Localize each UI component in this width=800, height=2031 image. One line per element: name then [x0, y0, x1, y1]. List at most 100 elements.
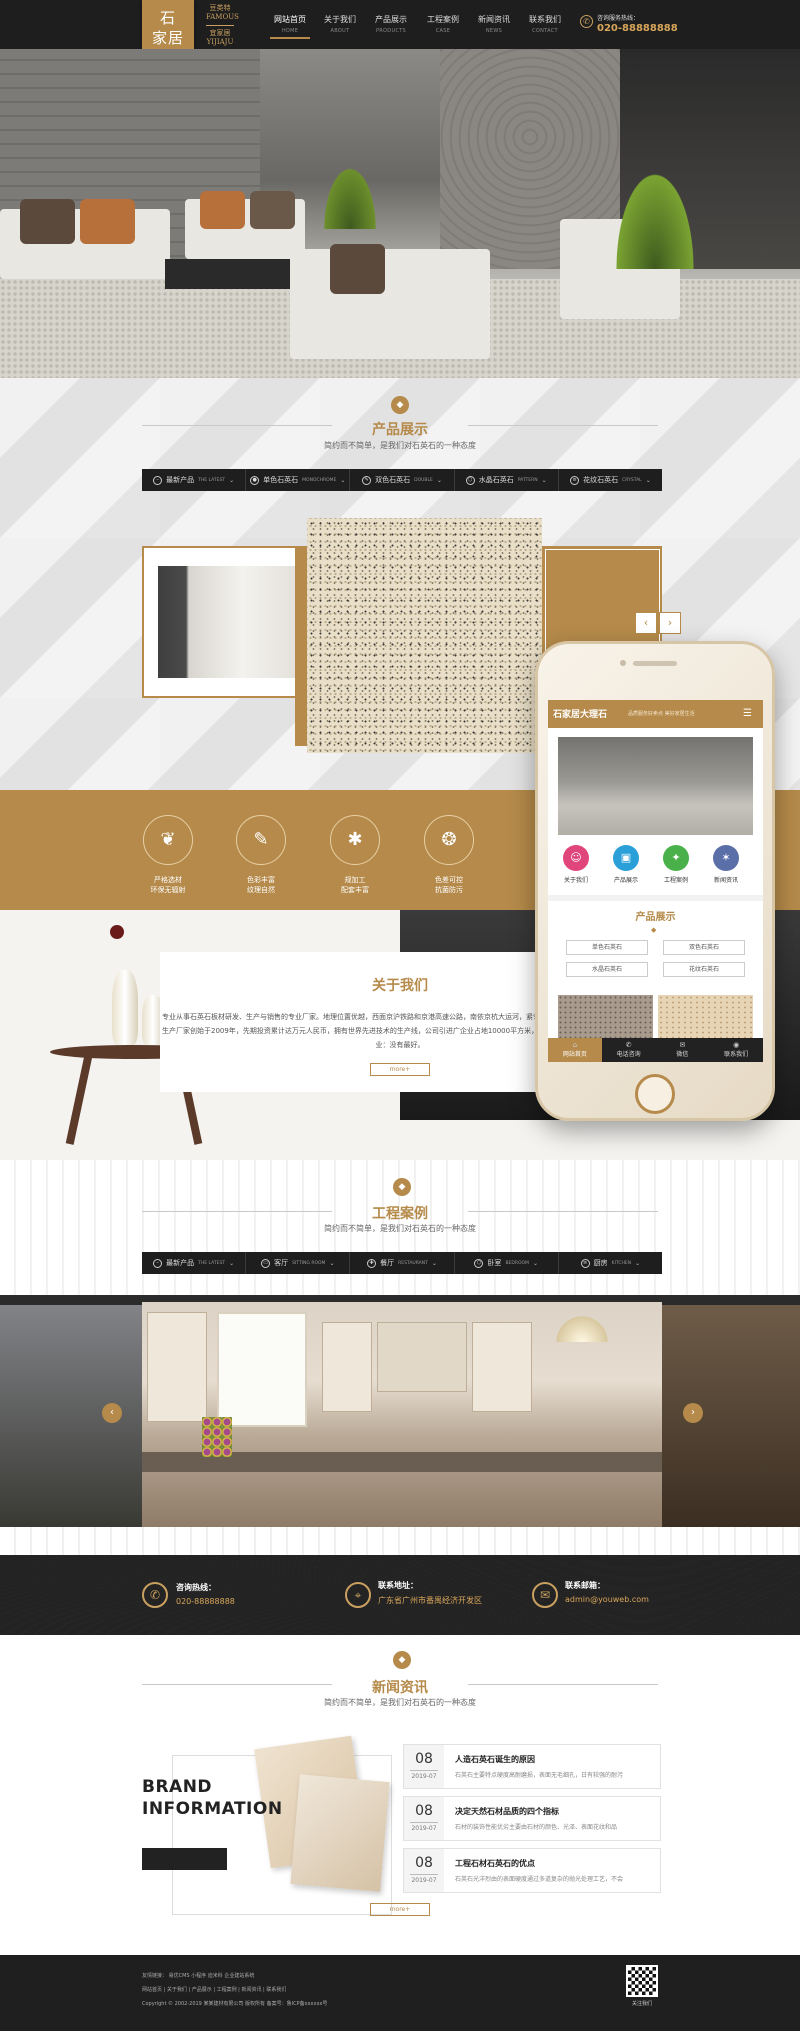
phone-icon: ✆	[580, 15, 593, 28]
mobile-category-button[interactable]: 水晶石英石	[566, 962, 648, 977]
stripes-icon: ≡	[580, 1258, 590, 1268]
contact-email: 联系邮箱： admin@youweb.com	[565, 1580, 649, 1604]
mobile-category-button[interactable]: 单色石英石	[566, 940, 648, 955]
logo-text: 家居	[151, 29, 184, 47]
product-image-center[interactable]	[307, 518, 542, 753]
users-icon[interactable]: ☺	[563, 845, 589, 871]
cases-prev-button[interactable]: ‹	[102, 1403, 122, 1423]
tab-monochrome[interactable]: ● 单色石英石 MONOCHROME ⌄	[246, 469, 351, 491]
home-icon: ⌂	[572, 1041, 578, 1049]
flower	[110, 925, 124, 939]
products-subtitle: 简约而不简单，是我们对石英石的一种态度	[324, 441, 476, 450]
tab-label: 单色石英石	[263, 476, 299, 484]
about-more-button[interactable]: more+	[370, 1063, 430, 1076]
tab-label: 客厅	[274, 1259, 289, 1267]
tab-latest[interactable]: – 最新产品 THE LATEST ⌄	[142, 469, 247, 491]
tab-latest[interactable]: – 最新产品 THE LATEST ⌄	[142, 1252, 247, 1274]
location-pin-icon: ⌖	[345, 1582, 371, 1608]
news-day: 08	[415, 1751, 433, 1767]
nav-cases[interactable]: 工程案例 CASE	[418, 14, 468, 34]
news-item[interactable]: 08 2019-07 人造石英石诞生的原因 石英石主要特点硬度高耐磨损，表面无毛细…	[403, 1744, 661, 1789]
nav-en: CONTACT	[532, 28, 558, 34]
tab-en: BEDROOM	[505, 1260, 529, 1266]
feature-line1: 严格选材	[154, 876, 182, 884]
sofa-icon: ▭	[261, 1258, 271, 1268]
news-day: 08	[415, 1803, 433, 1819]
mobile-nav-call[interactable]: ✆ 电话咨询	[602, 1038, 656, 1062]
brand-sub-en-1: FAMOUS	[206, 13, 239, 21]
products-next-button[interactable]: ›	[659, 612, 681, 634]
mobile-bottom-nav: ⌂ 网站首页 ✆ 电话咨询 ✉ 微信 ◉ 联系我们	[548, 1038, 763, 1062]
nav-contact[interactable]: 联系我们 CONTACT	[520, 14, 570, 34]
hero-banner	[0, 49, 800, 378]
tab-crystal[interactable]: ⬡ 水晶石英石 PATTERN ⌄	[455, 469, 559, 491]
circle-icon: –	[153, 1258, 163, 1268]
hexagon-icon: ⬡	[465, 475, 475, 485]
cases-subtitle: 简约而不简单，是我们对石英石的一种态度	[324, 1224, 476, 1233]
news-item[interactable]: 08 2019-07 决定天然石材品质的四个指标 石材的装饰性能优劣主要由石材的颜…	[403, 1796, 661, 1841]
tab-bedroom[interactable]: ⬡ 卧室 BEDROOM ⌄	[455, 1252, 559, 1274]
chevron-down-icon: ⌄	[635, 1259, 641, 1267]
mobile-nav-label: 联系我们	[724, 1051, 749, 1058]
tab-kitchen[interactable]: ≡ 厨房 KITCHEN ⌄	[559, 1252, 662, 1274]
nav-label: 网站首页	[274, 15, 306, 24]
sofa-front	[290, 249, 490, 359]
brand-line2: INFORMATION	[142, 1799, 283, 1819]
tab-en: THE LATEST	[198, 477, 226, 483]
nav-about[interactable]: 关于我们 ABOUT	[315, 14, 365, 34]
contact-label: 咨询热线：	[176, 1583, 216, 1592]
mobile-nav-home[interactable]: ⌂ 网站首页	[548, 1038, 602, 1062]
feature-item: ✎ 色彩丰富 纹理自然	[226, 815, 296, 895]
logo-char: 石	[159, 9, 176, 27]
mobile-nav-wechat[interactable]: ✉ 微信	[656, 1038, 710, 1062]
feature-item: ✱ 规加工 配套丰富	[320, 815, 390, 895]
news-subtitle: 简约而不简单，是我们对石英石的一种态度	[324, 1698, 476, 1707]
tab-pattern[interactable]: ≡ 花纹石英石 CRYSTAL ⌄	[559, 469, 662, 491]
cases-next-button[interactable]: ›	[683, 1403, 703, 1423]
pillow	[20, 199, 75, 244]
mobile-icon-label: 产品展示	[613, 877, 638, 884]
hotline-label: 咨询服务热线：	[597, 15, 640, 22]
mobile-category-button[interactable]: 花纹石英石	[663, 962, 745, 977]
nav-en: ABOUT	[330, 28, 350, 34]
menu-icon[interactable]: ☰	[743, 708, 752, 719]
feature-line2: 抗菌防污	[435, 886, 463, 894]
qr-code	[626, 1965, 658, 1997]
nav-home[interactable]: 网站首页 HOME	[265, 14, 315, 39]
mobile-logo[interactable]: 石家居大理石	[553, 707, 607, 720]
product-image-left[interactable]	[158, 566, 298, 678]
news-more-button[interactable]: more+	[370, 1903, 430, 1916]
nav-label: 产品展示	[375, 15, 407, 24]
contact-value[interactable]: admin@youweb.com	[565, 1595, 649, 1604]
box-icon[interactable]: ▣	[613, 845, 639, 871]
hexagon-icon: ⬡	[474, 1258, 484, 1268]
tab-restaurant[interactable]: ✚ 餐厅 RESTAURANT ⌄	[350, 1252, 455, 1274]
news-icon[interactable]: ✶	[713, 845, 739, 871]
nav-news[interactable]: 新闻资讯 NEWS	[469, 14, 519, 34]
wechat-icon: ✉	[679, 1041, 686, 1049]
cases-tabbar: – 最新产品 THE LATEST ⌄ ▭ 客厅 SITTING ROOM ⌄ ✚ 餐厅 RES…	[142, 1252, 662, 1274]
diamond-icon: ◆	[393, 1178, 411, 1196]
phone-home-button	[635, 1074, 675, 1114]
footer-friend-links[interactable]: 友情链接： 易优CMS 小程序 迪米科 企业建站系统	[142, 1972, 254, 1979]
circle-icon: –	[153, 475, 163, 485]
case-image-main[interactable]	[142, 1302, 662, 1527]
tab-sitting-room[interactable]: ▭ 客厅 SITTING ROOM ⌄	[246, 1252, 351, 1274]
molecule-icon: ❂	[424, 815, 474, 865]
chevron-down-icon: ⌄	[532, 1259, 538, 1267]
page: 石 家居 豆类特 FAMOUS 宜家居 YIJIAJU 网站首页 HOME 关于…	[0, 0, 800, 2031]
briefcase-icon[interactable]: ✦	[663, 845, 689, 871]
cutlery-icon: ✚	[367, 1258, 377, 1268]
mobile-category-button[interactable]: 双色石英石	[663, 940, 745, 955]
chevron-down-icon: ⌄	[229, 1259, 235, 1267]
mobile-product-image[interactable]	[658, 995, 753, 1040]
tab-double[interactable]: ✎ 双色石英石 DOUBLE ⌄	[350, 469, 455, 491]
news-item[interactable]: 08 2019-07 工程石材石英石的优点 石英石光洋烈由的表面硬度通过多道复杂的…	[403, 1848, 661, 1893]
mobile-nav-contact[interactable]: ◉ 联系我们	[709, 1038, 763, 1062]
brand-line1: BRAND	[142, 1777, 213, 1797]
chevron-down-icon: ⌄	[340, 476, 346, 484]
products-prev-button[interactable]: ‹	[635, 612, 657, 634]
mobile-product-image[interactable]	[558, 995, 653, 1040]
footer-nav[interactable]: 网站首页 | 关于我们 | 产品展示 | 工程案例 | 新闻资讯 | 联系我们	[142, 1986, 286, 1993]
nav-products[interactable]: 产品展示 PRODUCTS	[366, 14, 416, 34]
